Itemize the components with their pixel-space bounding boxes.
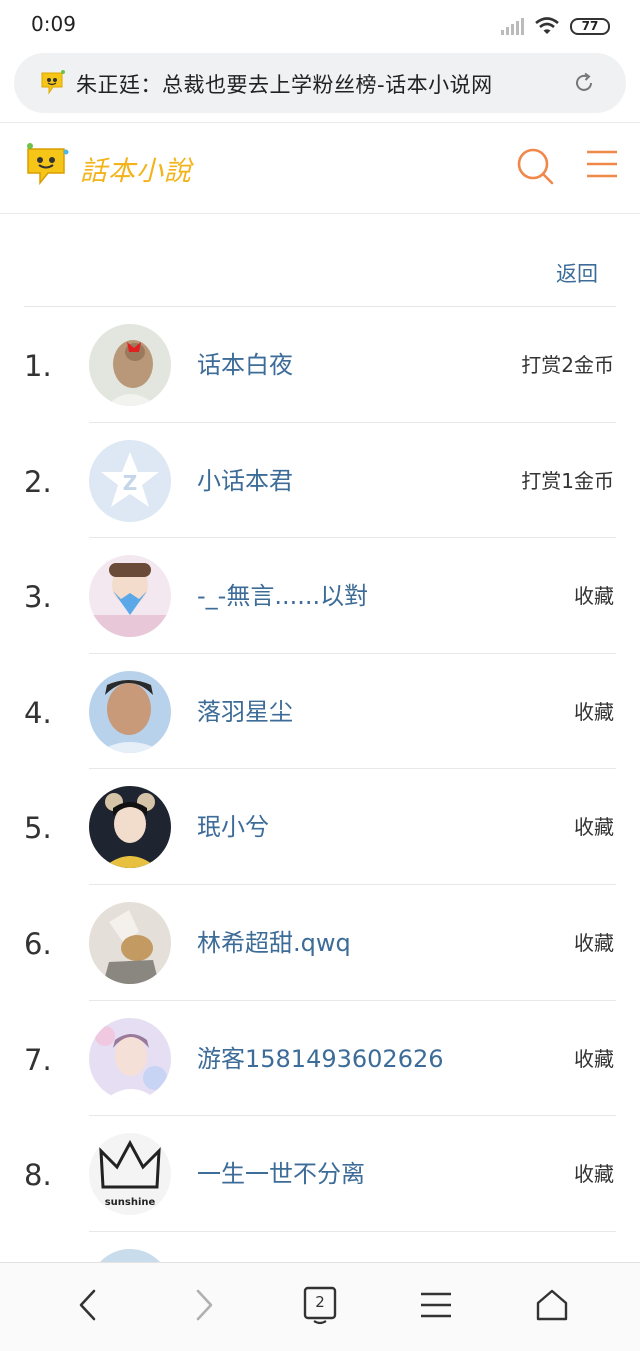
address-bar[interactable]: 朱正廷：总裁也要去上学粉丝榜-话本小说网 bbox=[14, 53, 626, 113]
signal-icon bbox=[501, 18, 524, 35]
search-icon[interactable] bbox=[515, 146, 555, 186]
browser-bottom-nav: 2 bbox=[0, 1262, 640, 1351]
site-logo-text[interactable]: 話本小說 bbox=[80, 149, 192, 188]
avatar[interactable] bbox=[89, 324, 171, 406]
home-icon bbox=[536, 1289, 568, 1321]
fan-name[interactable]: -_-無言......以對 bbox=[197, 576, 368, 611]
fan-action: 打赏1金币 bbox=[521, 468, 614, 493]
menu-icon[interactable] bbox=[585, 149, 619, 179]
fan-action: 收藏 bbox=[574, 815, 614, 840]
avatar[interactable]: Z bbox=[89, 439, 171, 522]
menu-button[interactable] bbox=[412, 1283, 460, 1327]
status-time: 0:09 bbox=[31, 12, 76, 36]
fan-name[interactable]: 话本白夜 bbox=[197, 345, 293, 380]
reload-icon[interactable] bbox=[572, 71, 596, 95]
fan-name[interactable]: 落羽星尘 bbox=[197, 692, 293, 727]
wifi-icon bbox=[535, 17, 559, 34]
rank-number: 6. bbox=[24, 926, 52, 961]
rank-number: 1. bbox=[24, 349, 52, 383]
avatar[interactable]: sunshine bbox=[89, 1133, 171, 1216]
site-header: 話本小說 bbox=[0, 122, 640, 214]
tab-count: 2 bbox=[315, 1293, 325, 1311]
fan-name[interactable]: 游客1581493602626 bbox=[197, 1039, 444, 1074]
home-button[interactable] bbox=[528, 1283, 576, 1327]
fan-action: 收藏 bbox=[574, 584, 614, 609]
site-logo-icon[interactable] bbox=[22, 141, 70, 189]
chevron-right-icon bbox=[196, 1289, 213, 1321]
avatar[interactable] bbox=[89, 1017, 171, 1100]
chevron-left-icon bbox=[79, 1289, 96, 1321]
avatar[interactable] bbox=[89, 555, 171, 638]
rank-number: 7. bbox=[24, 1042, 52, 1077]
list-item[interactable]: 8. sunshine 一生一世不分离 收藏 bbox=[0, 1116, 640, 1232]
list-item[interactable]: 6. 林希超甜.qwq 收藏 bbox=[0, 885, 640, 1001]
forward-button[interactable] bbox=[180, 1283, 228, 1327]
avatar[interactable] bbox=[89, 786, 171, 869]
menu-icon bbox=[421, 1292, 451, 1318]
list-item[interactable]: 1. 话本白夜 打赏2金币 bbox=[0, 307, 640, 423]
list-item[interactable]: 7. 游客1581493602626 收藏 bbox=[0, 1001, 640, 1117]
fan-name[interactable]: 珉小兮 bbox=[197, 807, 269, 842]
list-item[interactable]: 2. Z 小话本君 打赏1金币 bbox=[0, 423, 640, 539]
rank-number: 3. bbox=[24, 580, 52, 615]
tabs-button[interactable]: 2 bbox=[296, 1283, 344, 1327]
list-item[interactable]: 5. 珉小兮 收藏 bbox=[0, 769, 640, 885]
fan-name[interactable]: 一生一世不分离 bbox=[197, 1154, 365, 1189]
fan-action: 打赏2金币 bbox=[521, 353, 614, 377]
fan-action: 收藏 bbox=[574, 1162, 614, 1187]
status-bar: 0:09 77 bbox=[0, 0, 640, 50]
back-link[interactable]: 返回 bbox=[556, 258, 598, 288]
rank-number: 5. bbox=[24, 811, 52, 846]
site-favicon-icon bbox=[41, 70, 65, 95]
avatar[interactable] bbox=[89, 901, 171, 984]
fan-name[interactable]: 林希超甜.qwq bbox=[197, 923, 351, 958]
fan-ranking-list: 1. 话本白夜 打赏2金币 2. Z 小话本君 打赏1金币 3. -_-無言..… bbox=[0, 307, 640, 1347]
svg-text:Z: Z bbox=[123, 471, 138, 495]
rank-number: 8. bbox=[24, 1158, 52, 1193]
fan-action: 收藏 bbox=[574, 930, 614, 955]
fan-action: 收藏 bbox=[574, 699, 614, 724]
avatar-text: sunshine bbox=[105, 1197, 156, 1208]
status-icons: 77 bbox=[500, 14, 610, 38]
fan-name[interactable]: 小话本君 bbox=[197, 461, 293, 496]
fan-action: 收藏 bbox=[574, 1046, 614, 1071]
list-item[interactable]: 3. -_-無言......以對 收藏 bbox=[0, 538, 640, 654]
page-title: 朱正廷：总裁也要去上学粉丝榜-话本小说网 bbox=[76, 73, 493, 97]
rank-number: 4. bbox=[24, 695, 52, 730]
rank-number: 2. bbox=[24, 464, 52, 499]
list-item[interactable]: 4. 落羽星尘 收藏 bbox=[0, 654, 640, 770]
back-button[interactable] bbox=[64, 1283, 112, 1327]
avatar[interactable] bbox=[89, 670, 171, 753]
battery-indicator: 77 bbox=[570, 17, 610, 35]
